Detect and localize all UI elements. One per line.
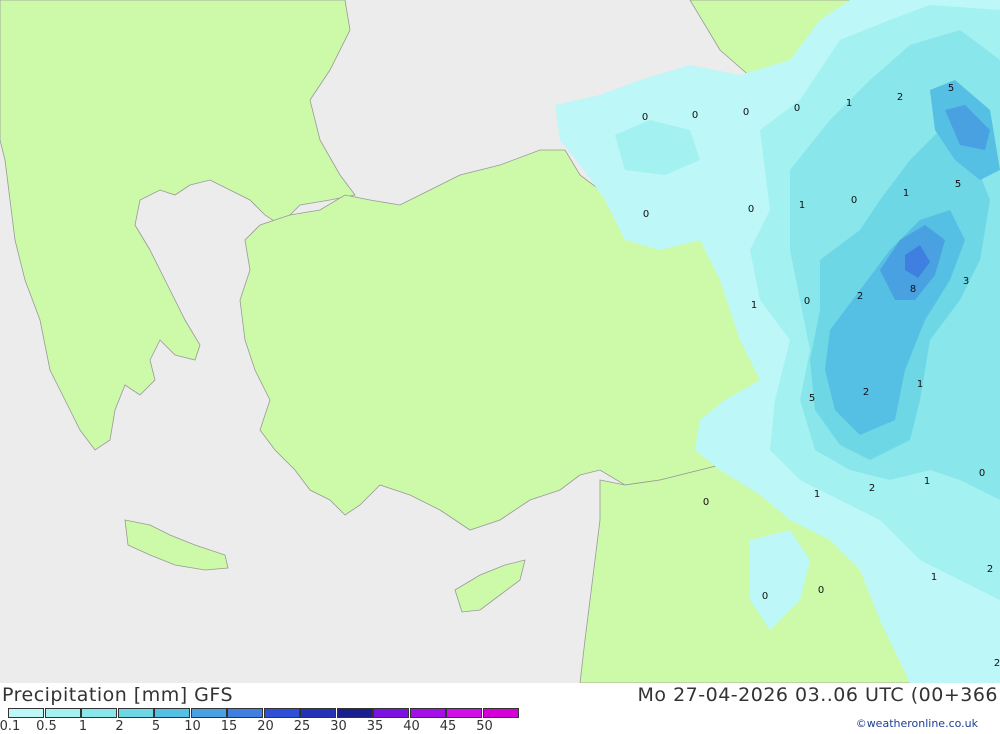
precipitation-value-label: 5: [955, 179, 961, 190]
precipitation-value-label: 8: [910, 284, 916, 295]
precipitation-value-label: 0: [818, 585, 824, 596]
legend-swatch: [227, 708, 263, 718]
precipitation-value-label: 1: [799, 200, 805, 211]
legend-swatch: [8, 708, 44, 718]
legend-swatch: [446, 708, 482, 718]
legend-tick-label: 50: [476, 719, 493, 734]
legend-swatch: [263, 708, 300, 718]
precipitation-value-label: 1: [917, 379, 923, 390]
precipitation-value-label: 0: [794, 103, 800, 114]
precipitation-value-label: 0: [851, 195, 857, 206]
precipitation-legend: 0.1 0.5 1 2 5 10 15 20 25 30 35 40 45 50: [0, 708, 520, 734]
precipitation-value-label: 1: [924, 476, 930, 487]
legend-tick-label: 15: [220, 719, 238, 734]
legend-swatch: [336, 708, 373, 718]
legend-tick-label: 1: [78, 719, 88, 734]
precipitation-value-label: 2: [994, 658, 1000, 669]
precipitation-value-label: 0: [643, 209, 649, 220]
precipitation-value-label: 0: [762, 591, 768, 602]
precipitation-value-label: 1: [931, 572, 937, 583]
legend-swatch: [300, 708, 336, 718]
legend-tick-label: 40: [403, 719, 420, 734]
precipitation-value-label: 5: [948, 83, 954, 94]
legend-tick-label: 0.1: [0, 719, 21, 734]
map-footer: Precipitation [mm] GFS Mo 27-04-2026 03.…: [0, 683, 1000, 734]
legend-swatch: [81, 708, 117, 718]
legend-swatch: [154, 708, 190, 718]
legend-tick-label: 30: [330, 719, 347, 734]
precipitation-map: 0 0 0 0 1 2 5 0 0 1 0 1 5 1 0 2 8 3 5 2 1 0 1 2 1 0 0 0 1 2 2: [0, 0, 1000, 683]
legend-tick-label: 10: [184, 719, 201, 734]
precipitation-value-label: 1: [903, 188, 909, 199]
valid-time: Mo 27-04-2026 03..06 UTC (00+366: [637, 684, 998, 706]
precipitation-value-label: 5: [809, 393, 815, 404]
precipitation-value-label: 2: [897, 92, 903, 103]
precipitation-value-label: 2: [863, 387, 869, 398]
precipitation-value-label: 2: [869, 483, 875, 494]
precipitation-value-label: 1: [751, 300, 757, 311]
legend-swatch: [482, 708, 519, 718]
precipitation-value-label: 0: [804, 296, 810, 307]
precipitation-value-label: 1: [814, 489, 820, 500]
precipitation-value-label: 0: [692, 110, 698, 121]
legend-tick-label: 20: [257, 719, 274, 734]
legend-swatch: [190, 708, 227, 718]
legend-tick-label: 45: [439, 719, 457, 734]
legend-tick-label: 2: [115, 719, 124, 734]
precipitation-value-label: 1: [846, 98, 852, 109]
legend-swatch: [409, 708, 446, 718]
legend-tick-label: 35: [366, 719, 384, 734]
precipitation-value-label: 2: [987, 564, 993, 575]
legend-tick-label: 5: [151, 719, 161, 734]
precipitation-value-label: 0: [703, 497, 709, 508]
legend-swatch: [44, 708, 81, 718]
legend-swatch: [117, 708, 154, 718]
legend-tick-label: 0.5: [36, 719, 57, 734]
precipitation-value-label: 2: [857, 291, 863, 302]
precipitation-value-label: 0: [743, 107, 749, 118]
legend-swatch: [373, 708, 409, 718]
precipitation-value-label: 3: [963, 276, 969, 287]
credit-link[interactable]: ©weatheronline.co.uk: [856, 717, 978, 730]
map-title: Precipitation [mm] GFS: [2, 684, 234, 706]
precipitation-value-label: 0: [748, 204, 754, 215]
legend-tick-label: 25: [293, 719, 311, 734]
precipitation-value-label: 0: [642, 112, 648, 123]
precipitation-value-label: 0: [979, 468, 985, 479]
